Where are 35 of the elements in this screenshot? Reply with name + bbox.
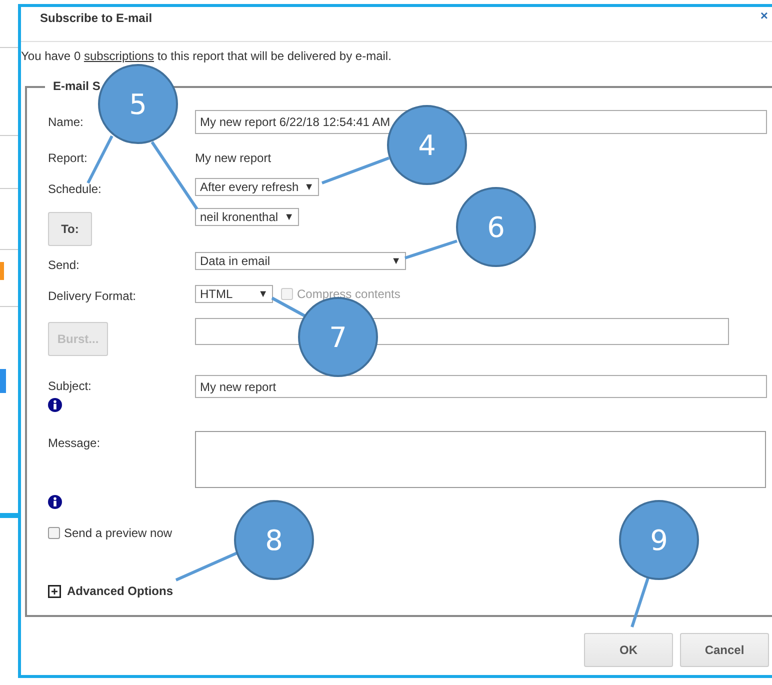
dialog-title: Subscribe to E-mail bbox=[40, 11, 152, 25]
leader-line bbox=[630, 578, 650, 628]
callout-badge: 9 bbox=[619, 500, 699, 580]
field-label: Send: bbox=[48, 257, 80, 272]
cancel-button[interactable]: Cancel bbox=[680, 633, 769, 667]
close-button[interactable]: × bbox=[760, 9, 768, 22]
format-dropdown[interactable]: HTML ▼ bbox=[195, 285, 273, 303]
field-label: Subject: bbox=[48, 378, 92, 393]
info-icon bbox=[48, 398, 62, 412]
subscription-info-text: You have 0 subscriptions to this report that will be delivered by e-mail. bbox=[21, 49, 392, 63]
leader-line bbox=[404, 240, 458, 260]
field-label: Name: bbox=[48, 115, 84, 129]
leader-line bbox=[175, 552, 238, 582]
leader-line bbox=[86, 135, 114, 184]
checkbox-label: Send a preview now bbox=[64, 526, 172, 540]
field-label: Message: bbox=[48, 435, 102, 450]
to-button[interactable]: To: bbox=[48, 212, 92, 246]
leader-line bbox=[321, 156, 390, 184]
field-label: Schedule: bbox=[48, 181, 102, 196]
field-label: Report: bbox=[48, 151, 88, 165]
callout-badge: 8 bbox=[234, 500, 314, 580]
subscriptions-link[interactable]: subscriptions bbox=[84, 49, 154, 63]
message-field[interactable] bbox=[195, 431, 766, 488]
field-label: Delivery Format: bbox=[48, 288, 138, 303]
callout-badge: 6 bbox=[456, 187, 536, 267]
info-icon bbox=[48, 495, 62, 509]
recipient-dropdown[interactable]: neil kronenthal ▼ bbox=[195, 208, 299, 226]
subject-field[interactable]: My new report bbox=[195, 375, 767, 398]
preview-checkbox[interactable] bbox=[48, 527, 60, 539]
schedule-dropdown[interactable]: After every refresh ▼ bbox=[195, 178, 319, 196]
expand-icon[interactable] bbox=[48, 584, 61, 598]
advanced-options-toggle[interactable]: Advanced Options bbox=[67, 584, 174, 598]
send-dropdown[interactable]: Data in email ▼ bbox=[195, 252, 406, 270]
ok-button[interactable]: OK bbox=[584, 633, 673, 667]
report-name: My new report bbox=[195, 151, 272, 165]
